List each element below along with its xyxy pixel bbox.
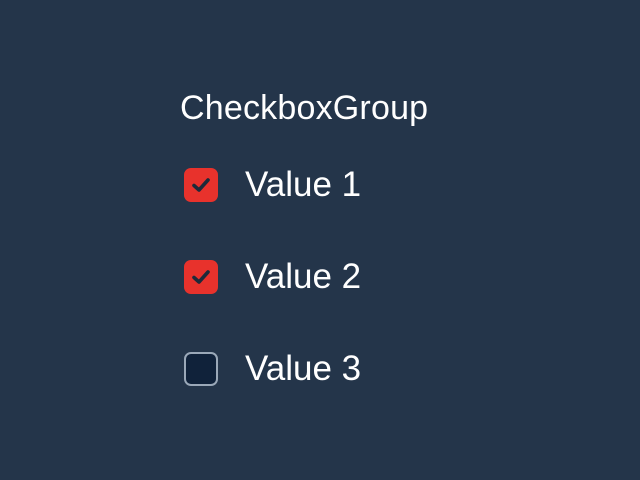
checkmark-icon — [192, 178, 210, 192]
checkbox-group: CheckboxGroup Value 1 Value 2 Value 3 — [180, 86, 428, 432]
checkmark-icon — [192, 270, 210, 284]
checkbox-value-3[interactable] — [184, 352, 218, 386]
checkbox-label-value-3: Value 3 — [245, 349, 362, 388]
checkbox-item-value-2[interactable]: Value 2 — [180, 248, 428, 306]
checkbox-item-value-3[interactable]: Value 3 — [180, 340, 428, 398]
checkbox-label-value-1: Value 1 — [245, 165, 362, 204]
checkbox-label-value-2: Value 2 — [245, 257, 362, 296]
checkbox-value-2[interactable] — [184, 260, 218, 294]
checkbox-item-value-1[interactable]: Value 1 — [180, 156, 428, 214]
checkbox-group-title: CheckboxGroup — [180, 89, 429, 127]
checkbox-value-1[interactable] — [184, 168, 218, 202]
